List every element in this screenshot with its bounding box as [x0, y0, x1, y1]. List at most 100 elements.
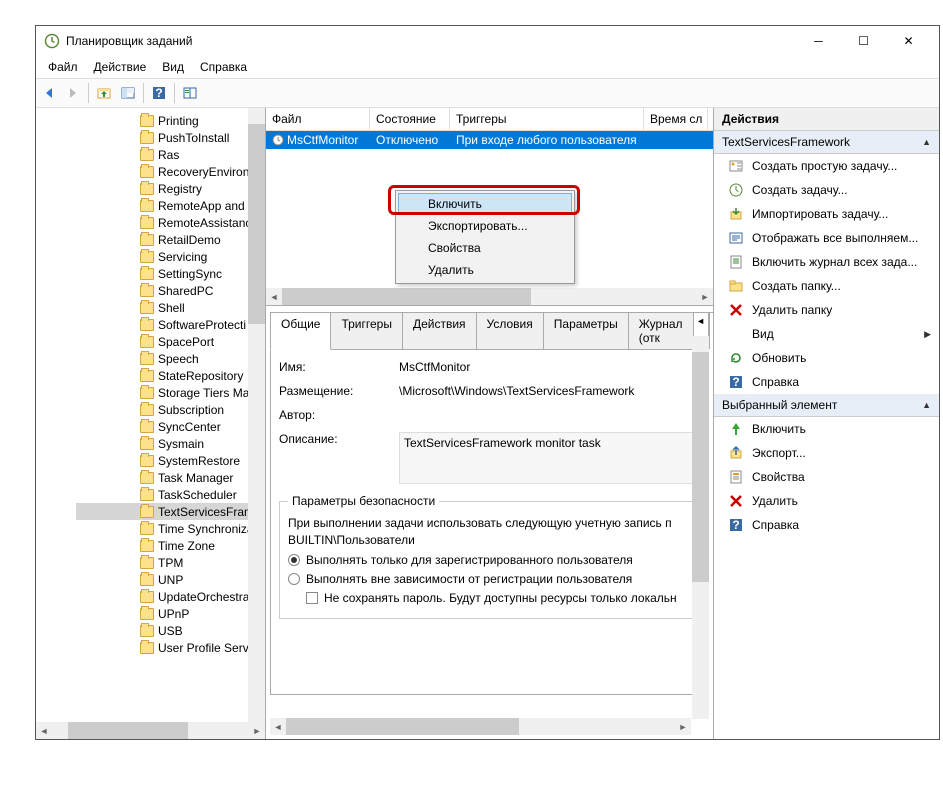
tab-triggers[interactable]: Триггеры	[330, 312, 403, 349]
folder-icon	[140, 506, 154, 518]
tree-item[interactable]: UNP	[76, 571, 265, 588]
action-item[interactable]: ?Справка	[714, 370, 939, 394]
col-time[interactable]: Время сл	[644, 108, 708, 130]
tab-conditions[interactable]: Условия	[476, 312, 544, 349]
action-item[interactable]: Свойства	[714, 465, 939, 489]
col-file[interactable]: Файл	[266, 108, 370, 130]
action-item[interactable]: Удалить папку	[714, 298, 939, 322]
tree-item-label: RemoteApp and	[158, 199, 245, 213]
action-item[interactable]: Удалить	[714, 489, 939, 513]
menu-file[interactable]: Файл	[40, 57, 86, 77]
help-button[interactable]: ?	[148, 82, 170, 104]
menu-view[interactable]: Вид	[154, 57, 192, 77]
tree-item[interactable]: Subscription	[76, 401, 265, 418]
tree-item[interactable]: Task Manager	[76, 469, 265, 486]
action-item[interactable]: Создать задачу...	[714, 178, 939, 202]
ctx-export[interactable]: Экспортировать...	[398, 215, 572, 237]
tree-scrollbar-h[interactable]: ◄►	[36, 722, 265, 739]
tab-general[interactable]: Общие	[270, 312, 331, 350]
detail-scrollbar-h[interactable]: ◄►	[270, 718, 691, 735]
tree-item-label: PushToInstall	[158, 131, 229, 145]
tree-item[interactable]: SharedPC	[76, 282, 265, 299]
action-item[interactable]: Создать папку...	[714, 274, 939, 298]
folder-icon	[140, 472, 154, 484]
tree-item[interactable]: PushToInstall	[76, 129, 265, 146]
tab-scroll-right[interactable]: ►	[709, 312, 713, 349]
tree-item[interactable]: Printing	[76, 112, 265, 129]
tree-item[interactable]: Ras	[76, 146, 265, 163]
tree-scrollbar-v[interactable]	[248, 108, 265, 722]
ctx-enable[interactable]: Включить	[398, 193, 572, 215]
checkbox-label: Не сохранять пароль. Будут доступны ресу…	[324, 591, 677, 605]
action-item[interactable]: Вид▶	[714, 322, 939, 346]
radio-whether-or-not[interactable]	[288, 573, 300, 585]
folder-icon	[140, 268, 154, 280]
tab-actions[interactable]: Действия	[402, 312, 477, 349]
action-item[interactable]: Обновить	[714, 346, 939, 370]
tree-item[interactable]: Storage Tiers Ma	[76, 384, 265, 401]
action-item[interactable]: Включить журнал всех зада...	[714, 250, 939, 274]
tab-params[interactable]: Параметры	[543, 312, 629, 349]
tree-item[interactable]: RecoveryEnviron	[76, 163, 265, 180]
tree-item[interactable]: SystemRestore	[76, 452, 265, 469]
checkbox-no-password[interactable]	[306, 592, 318, 604]
tree-item[interactable]: RemoteApp and	[76, 197, 265, 214]
tree-item[interactable]: TaskScheduler	[76, 486, 265, 503]
action-label: Экспорт...	[752, 446, 806, 460]
tree-item[interactable]: Registry	[76, 180, 265, 197]
tab-history[interactable]: Журнал (отк	[628, 312, 694, 349]
tree-item[interactable]: TPM	[76, 554, 265, 571]
tree-item[interactable]: USB	[76, 622, 265, 639]
ctx-properties[interactable]: Свойства	[398, 237, 572, 259]
list-header: Файл Состояние Триггеры Время сл	[266, 108, 713, 131]
actions-section2-header[interactable]: Выбранный элемент▲	[714, 394, 939, 417]
action-item[interactable]: Отображать все выполняем...	[714, 226, 939, 250]
tree-item[interactable]: Time Synchroniza	[76, 520, 265, 537]
detail-scrollbar-v[interactable]	[692, 336, 709, 719]
menu-help[interactable]: Справка	[192, 57, 255, 77]
radio-logged-on[interactable]	[288, 554, 300, 566]
tree-item[interactable]: UpdateOrchestra	[76, 588, 265, 605]
maximize-button[interactable]: ☐	[841, 27, 886, 55]
folder-icon	[140, 370, 154, 382]
action-item[interactable]: Создать простую задачу...	[714, 154, 939, 178]
action-item[interactable]: Включить	[714, 417, 939, 441]
action-item[interactable]: ?Справка	[714, 513, 939, 537]
tree-item[interactable]: StateRepository	[76, 367, 265, 384]
actions-section1-header[interactable]: TextServicesFramework▲	[714, 131, 939, 154]
tree-item[interactable]: Servicing	[76, 248, 265, 265]
panes-button[interactable]	[179, 82, 201, 104]
tree-item[interactable]: Sysmain	[76, 435, 265, 452]
tree-item[interactable]: Speech	[76, 350, 265, 367]
tree-item[interactable]: User Profile Servi	[76, 639, 265, 656]
task-new-icon	[728, 182, 744, 198]
up-button[interactable]	[93, 82, 115, 104]
menu-action[interactable]: Действие	[86, 57, 155, 77]
task-row[interactable]: MsCtfMonitor Отключено При входе любого …	[266, 131, 713, 149]
action-label: Удалить папку	[752, 303, 832, 317]
svg-text:?: ?	[732, 375, 739, 389]
close-button[interactable]: ✕	[886, 27, 931, 55]
tree-item[interactable]: TextServicesFram	[76, 503, 265, 520]
action-item[interactable]: Экспорт...	[714, 441, 939, 465]
col-state[interactable]: Состояние	[370, 108, 450, 130]
tree-item[interactable]: RetailDemo	[76, 231, 265, 248]
action-item[interactable]: Импортировать задачу...	[714, 202, 939, 226]
tree-item[interactable]: UPnP	[76, 605, 265, 622]
back-button[interactable]	[38, 82, 60, 104]
tree-item[interactable]: RemoteAssistanc	[76, 214, 265, 231]
minimize-button[interactable]: ─	[796, 27, 841, 55]
task-scrollbar-h[interactable]: ◄►	[266, 288, 713, 305]
tree-item[interactable]: SettingSync	[76, 265, 265, 282]
tree-item[interactable]: Time Zone	[76, 537, 265, 554]
tree-item[interactable]: SoftwareProtecti	[76, 316, 265, 333]
folder-icon	[140, 132, 154, 144]
tile-button[interactable]	[117, 82, 139, 104]
col-triggers[interactable]: Триггеры	[450, 108, 644, 130]
tree-item[interactable]: SyncCenter	[76, 418, 265, 435]
forward-button[interactable]	[62, 82, 84, 104]
tree-item-label: Time Synchroniza	[158, 522, 254, 536]
ctx-delete[interactable]: Удалить	[398, 259, 572, 281]
tree-item[interactable]: Shell	[76, 299, 265, 316]
tree-item[interactable]: SpacePort	[76, 333, 265, 350]
